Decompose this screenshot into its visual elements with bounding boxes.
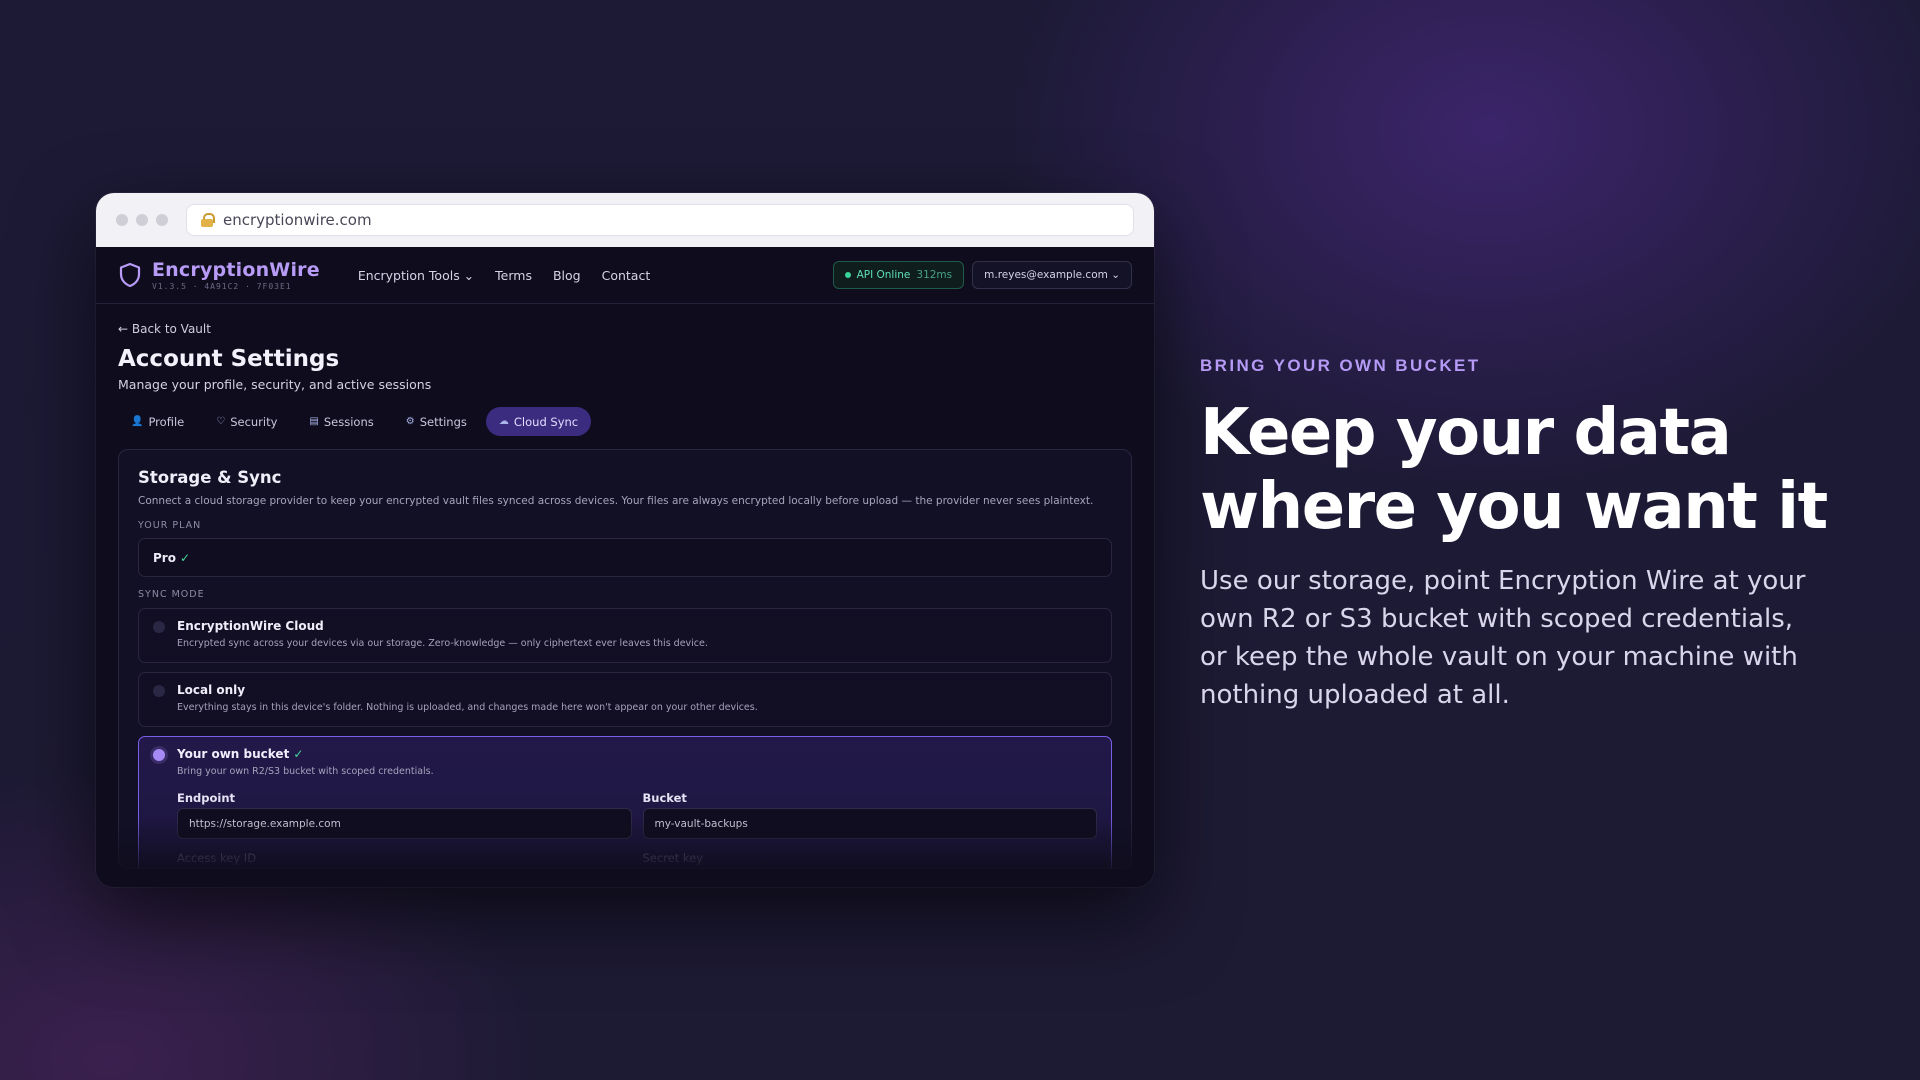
headline: Keep your data where you want it xyxy=(1200,396,1880,544)
tab-sessions[interactable]: ▤ Sessions xyxy=(296,407,386,436)
status-dot-icon xyxy=(844,272,851,278)
api-status-badge[interactable]: API Online 312ms xyxy=(832,261,965,289)
tab-cloud-sync[interactable]: ☁ Cloud Sync xyxy=(485,407,592,436)
window-controls xyxy=(116,214,168,226)
close-dot[interactable] xyxy=(116,214,128,226)
tab-label: Security xyxy=(230,414,278,429)
shield-icon xyxy=(119,262,141,288)
radio-button[interactable] xyxy=(153,685,165,697)
endpoint-input[interactable]: https://storage.example.com xyxy=(177,808,632,839)
nav-right: API Online 312ms m.reyes@example.com ⌄ xyxy=(832,261,1132,289)
nav-contact[interactable]: Contact xyxy=(602,268,651,283)
endpoint-label: Endpoint xyxy=(177,791,236,805)
brand-name: EncryptionWire xyxy=(152,259,320,281)
option-title: Local only xyxy=(177,683,246,697)
card-title: Storage & Sync xyxy=(138,468,282,487)
address-bar[interactable]: encryptionwire.com xyxy=(186,204,1134,236)
minimize-dot[interactable] xyxy=(136,214,148,226)
maximize-dot[interactable] xyxy=(156,214,168,226)
bucket-label: Bucket xyxy=(642,791,687,805)
back-to-vault-link[interactable]: ← Back to Vault xyxy=(118,322,1132,336)
user-icon: 👤 xyxy=(131,416,144,427)
card-description: Connect a cloud storage provider to keep… xyxy=(138,495,1094,507)
plan-label: YOUR PLAN xyxy=(138,520,202,531)
tab-label: Profile xyxy=(148,414,185,429)
tab-label: Settings xyxy=(419,414,467,429)
check-icon: ✓ xyxy=(179,550,191,565)
headline-line-2: where you want it xyxy=(1200,470,1828,544)
navbar: EncryptionWire V1.3.5 · 4A91C2 · 7F03E1 … xyxy=(96,247,1154,304)
tab-settings[interactable]: ⚙ Settings xyxy=(393,407,480,436)
option-description: Bring your own R2/S3 bucket with scoped … xyxy=(177,766,434,777)
lock-icon xyxy=(201,213,215,227)
tab-profile[interactable]: 👤 Profile xyxy=(118,407,197,436)
bucket-input[interactable]: my-vault-backups xyxy=(642,808,1097,839)
option-description: Everything stays in this device's folder… xyxy=(177,702,758,713)
lede-paragraph: Use our storage, point Encryption Wire a… xyxy=(1200,566,1806,710)
secret-key-label: Secret key xyxy=(642,851,704,865)
browser-chrome: encryptionwire.com xyxy=(96,193,1154,247)
option-description: Encrypted sync across your devices via o… xyxy=(177,638,708,649)
page-title: Account Settings xyxy=(118,346,340,372)
app-body: EncryptionWire V1.3.5 · 4A91C2 · 7F03E1 … xyxy=(96,247,1154,887)
cloud-icon: ☁ xyxy=(498,416,509,427)
nav-terms[interactable]: Terms xyxy=(495,268,532,283)
check-icon: ✓ xyxy=(293,747,304,761)
api-status-text: API Online xyxy=(856,269,911,281)
account-menu-button[interactable]: m.reyes@example.com ⌄ xyxy=(972,261,1132,289)
url-text: encryptionwire.com xyxy=(223,211,372,229)
page-subtitle: Manage your profile, security, and activ… xyxy=(118,377,432,392)
tab-security[interactable]: ♡ Security xyxy=(203,407,290,436)
bucket-fields: Endpoint https://storage.example.com Buc… xyxy=(177,791,1097,865)
tab-label: Sessions xyxy=(323,414,374,429)
access-key-label: Access key ID xyxy=(177,851,257,865)
headline-line-1: Keep your data xyxy=(1200,396,1732,470)
nav-links: Encryption Tools ⌄ Terms Blog Contact xyxy=(358,268,650,283)
sync-mode-label: SYNC MODE xyxy=(138,589,205,600)
tab-label: Cloud Sync xyxy=(513,414,579,429)
version-label: V1.3.5 · 4A91C2 · 7F03E1 xyxy=(152,282,292,291)
account-email: m.reyes@example.com ⌄ xyxy=(984,269,1120,281)
sync-option-own-bucket[interactable]: Your own bucket ✓ Bring your own R2/S3 b… xyxy=(138,736,1112,868)
plan-box: Pro ✓ xyxy=(138,538,1112,577)
option-title: EncryptionWire Cloud xyxy=(177,619,324,633)
option-title: Your own bucket xyxy=(177,747,290,761)
api-latency: 312ms xyxy=(916,269,953,281)
nav-blog[interactable]: Blog xyxy=(553,268,581,283)
hero-section: BRING YOUR OWN BUCKET Keep your data whe… xyxy=(1200,356,1880,714)
sync-option-local[interactable]: Local only Everything stays in this devi… xyxy=(138,672,1112,727)
settings-tabs: 👤 Profile ♡ Security ▤ Sessions ⚙ Settin… xyxy=(118,407,1132,436)
storage-sync-card: Storage & Sync Connect a cloud storage p… xyxy=(118,449,1132,869)
gear-icon: ⚙ xyxy=(405,416,415,427)
main-content: ← Back to Vault Account Settings Manage … xyxy=(96,304,1154,869)
radio-button-selected[interactable] xyxy=(153,749,165,761)
plan-value: Pro xyxy=(153,550,176,565)
eyebrow-label: BRING YOUR OWN BUCKET xyxy=(1200,356,1481,375)
shield-outline-icon: ♡ xyxy=(216,416,226,427)
nav-encryption-tools[interactable]: Encryption Tools ⌄ xyxy=(358,268,474,283)
brand[interactable]: EncryptionWire V1.3.5 · 4A91C2 · 7F03E1 xyxy=(118,259,320,291)
browser-window: encryptionwire.com EncryptionWire V1.3.5… xyxy=(96,193,1154,887)
device-icon: ▤ xyxy=(309,416,319,427)
radio-button[interactable] xyxy=(153,621,165,633)
sync-option-cloud[interactable]: EncryptionWire Cloud Encrypted sync acro… xyxy=(138,608,1112,663)
